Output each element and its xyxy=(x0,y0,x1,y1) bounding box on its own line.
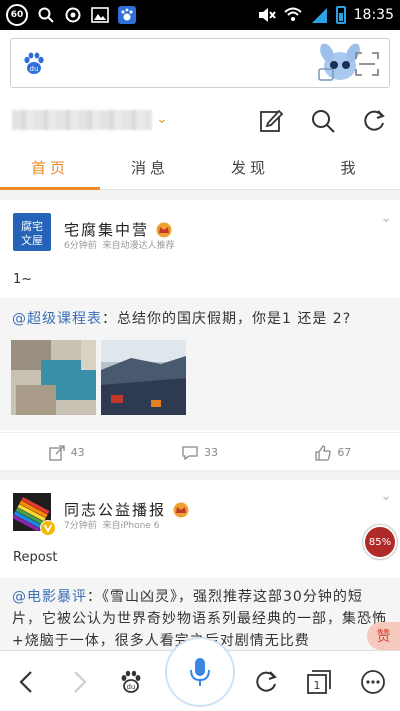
tab-me[interactable]: 我 xyxy=(300,146,400,189)
back-icon[interactable] xyxy=(14,669,40,695)
repost-icon xyxy=(49,444,65,461)
weibo-toolbar: ⌄ xyxy=(0,96,400,146)
search-input[interactable]: du xyxy=(10,38,390,88)
search-icon xyxy=(38,7,54,23)
clock: 18:35 xyxy=(353,7,394,23)
svg-text:1: 1 xyxy=(314,679,321,692)
status-bar: 60 18:35 xyxy=(0,0,400,30)
svg-text:du: du xyxy=(30,65,39,73)
battery-icon xyxy=(335,6,346,24)
svg-text:腐宅: 腐宅 xyxy=(21,219,43,233)
chevron-down-icon[interactable]: ⌄ xyxy=(156,111,168,127)
post-time: 6分钟前 xyxy=(64,241,97,251)
crown-icon xyxy=(173,502,189,517)
refresh-icon[interactable] xyxy=(253,669,279,695)
comment-count: 33 xyxy=(203,446,218,459)
post-source: 来自动漫达人推荐 xyxy=(102,241,175,251)
tab-home[interactable]: 首页 xyxy=(0,146,100,190)
address-bar: du xyxy=(0,30,400,96)
avatar[interactable]: 腐宅 文屋 xyxy=(13,213,51,251)
repost-block[interactable]: @超级课程表：总结你的国庆假期，你是1 还是 2? xyxy=(0,298,400,430)
wifi-icon xyxy=(283,7,302,21)
repost-author-link[interactable]: @电影暴评 xyxy=(12,589,87,605)
microphone-icon xyxy=(190,658,210,686)
user-name-blurred[interactable] xyxy=(12,110,152,130)
post-source: 来自iPhone 6 xyxy=(102,521,160,531)
like-count: 67 xyxy=(337,446,352,459)
post-actions: 43 33 67 xyxy=(0,432,400,472)
memory-usage-badge[interactable]: 85% xyxy=(363,525,397,559)
gallery-icon xyxy=(91,7,109,23)
feed-post: 同志公益播报 7分钟前 来自iPhone 6 ⌄ Repost @电影暴评：《雪… xyxy=(0,480,400,650)
like-float-button[interactable]: 赞 xyxy=(367,622,400,650)
tabs-icon[interactable]: 1 xyxy=(306,669,332,695)
comment-button[interactable]: 33 xyxy=(133,433,266,472)
svg-text:文屋: 文屋 xyxy=(21,233,43,247)
scan-icon[interactable] xyxy=(355,52,379,76)
verified-badge-icon xyxy=(40,520,56,536)
settings-icon xyxy=(65,7,81,23)
repost-author-link[interactable]: @超级课程表 xyxy=(12,311,102,327)
like-button[interactable]: 67 xyxy=(267,433,400,472)
signal-icon xyxy=(311,8,327,23)
baidu-paw-icon[interactable]: du xyxy=(118,669,144,695)
search-icon[interactable] xyxy=(310,108,336,134)
refresh-icon[interactable] xyxy=(361,108,387,134)
repost-count: 43 xyxy=(70,446,85,459)
more-menu-icon[interactable] xyxy=(360,669,386,695)
chevron-down-icon[interactable]: ⌄ xyxy=(380,488,392,504)
compose-icon[interactable] xyxy=(258,108,284,134)
author-name[interactable]: 宅腐集中营 xyxy=(64,219,149,240)
main-tabs: 首页 消息 发现 我 xyxy=(0,146,400,190)
tab-discover[interactable]: 发现 xyxy=(200,146,300,189)
tab-messages[interactable]: 消息 xyxy=(100,146,200,189)
post-image-1[interactable] xyxy=(11,340,96,415)
post-time: 7分钟前 xyxy=(64,521,97,531)
notification-badge: 60 xyxy=(6,4,28,26)
baidu-paw-icon: du xyxy=(24,52,44,74)
feed-post: 腐宅 文屋 宅腐集中营 6分钟前 来自动漫达人推荐 ⌄ 1~ @超级课程表：总结… xyxy=(0,200,400,470)
forward-icon[interactable] xyxy=(66,669,92,695)
svg-text:du: du xyxy=(127,683,136,691)
post-image-2[interactable] xyxy=(101,340,186,415)
baidu-icon xyxy=(118,6,136,24)
browser-bottom-bar: du 1 xyxy=(0,637,400,711)
post-text: Repost xyxy=(13,550,58,565)
voice-search-button[interactable] xyxy=(165,637,235,707)
mute-icon xyxy=(258,8,276,22)
repost-button[interactable]: 43 xyxy=(0,433,133,472)
thumbs-up-icon xyxy=(315,444,332,461)
crown-icon xyxy=(156,222,172,237)
chevron-down-icon[interactable]: ⌄ xyxy=(380,210,392,226)
author-name[interactable]: 同志公益播报 xyxy=(64,499,166,520)
comment-icon xyxy=(182,445,198,460)
repost-text: ：总结你的国庆假期，你是1 还是 2? xyxy=(102,311,352,327)
post-text: 1~ xyxy=(13,272,33,287)
